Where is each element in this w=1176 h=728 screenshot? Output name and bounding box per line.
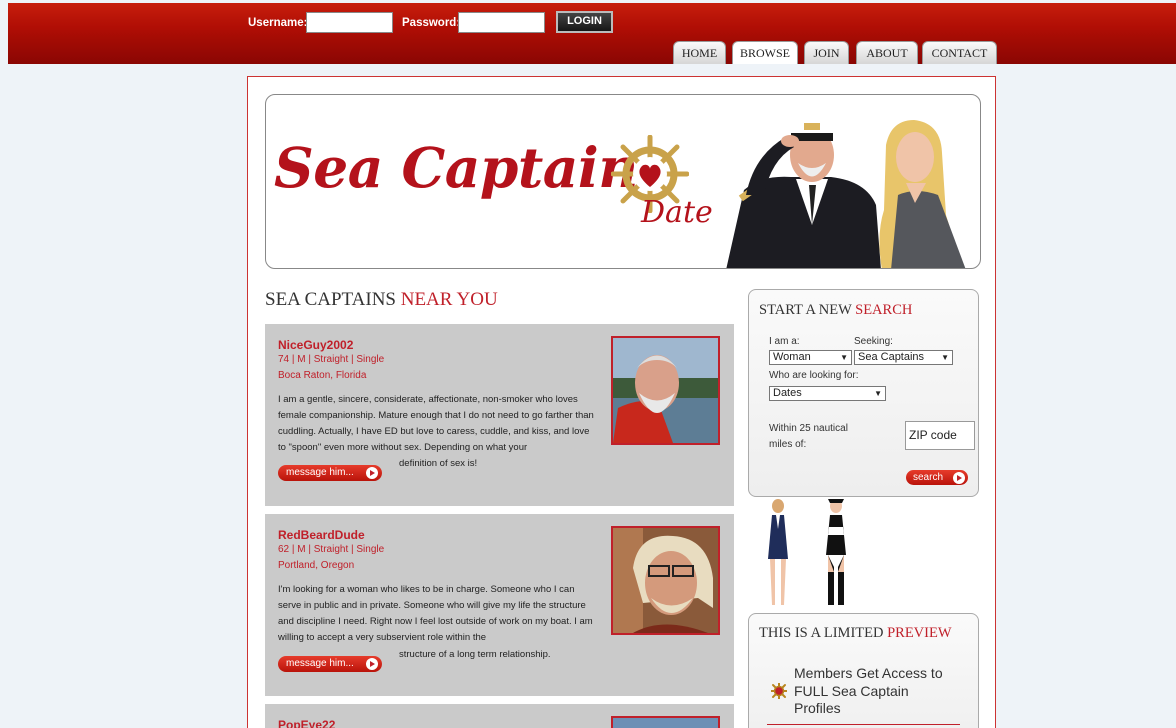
caret-down-icon: ▼ (874, 389, 882, 398)
zip-code-input[interactable]: ZIP code (905, 421, 975, 450)
password-input[interactable] (458, 12, 545, 33)
username-input[interactable] (306, 12, 393, 33)
page-container: Sea Captain Date SEA CAPTAINS NEAR YOU N… (247, 76, 996, 728)
preview-panel-title-red: PREVIEW (887, 625, 952, 641)
preview-panel-title: THIS IS A LIMITED PREVIEW (759, 625, 952, 642)
profile-bio: I'm looking for a woman who likes to be … (278, 584, 593, 643)
profile-photo-image (613, 528, 718, 633)
profile-photo-image (613, 338, 718, 443)
near-you-heading-dark: SEA CAPTAINS (265, 289, 396, 310)
profile-name[interactable]: NiceGuy2002 (278, 338, 353, 352)
i-am-label: I am a: (769, 336, 800, 347)
seeking-select[interactable]: Sea Captains ▼ (854, 350, 953, 365)
tab-join[interactable]: JOIN (804, 41, 849, 64)
search-button-label: search (913, 472, 944, 483)
i-am-select[interactable]: Woman ▼ (769, 350, 852, 365)
profile-photo[interactable] (611, 526, 720, 635)
seeking-select-value: Sea Captains (858, 351, 925, 363)
username-label: Username: (248, 17, 308, 29)
tab-browse[interactable]: BROWSE (732, 41, 798, 64)
ship-wheel-icon (771, 683, 787, 699)
tab-home[interactable]: HOME (673, 41, 726, 64)
looking-for-label: Who are looking for: (769, 370, 859, 381)
search-panel-title-red: SEARCH (855, 302, 913, 318)
profile-card: RedBeardDude 62 | M | Straight | Single … (265, 514, 734, 696)
profile-meta: 74 | M | Straight | Single (278, 354, 385, 365)
profile-location: Portland, Oregon (278, 560, 355, 571)
within-label: Within 25 nautical (769, 423, 848, 434)
profile-card: PopEye22 (265, 704, 734, 728)
arrow-right-icon (953, 471, 965, 484)
site-banner: Sea Captain Date (265, 94, 981, 269)
profile-photo-image (613, 718, 718, 728)
profile-bio-end: structure of a long term relationship. (399, 649, 551, 660)
i-am-select-value: Woman (773, 351, 811, 363)
tab-contact[interactable]: CONTACT (922, 41, 997, 64)
tab-about[interactable]: ABOUT (856, 41, 918, 64)
preview-divider (767, 724, 960, 725)
arrow-right-icon (366, 658, 378, 670)
near-you-heading: SEA CAPTAINS NEAR YOU (265, 289, 498, 311)
near-you-heading-red: NEAR YOU (400, 289, 498, 310)
search-button[interactable]: search (906, 470, 968, 485)
looking-for-select[interactable]: Dates ▼ (769, 386, 886, 401)
costume-models-image (768, 499, 846, 605)
search-panel-title-dark: START A NEW (759, 302, 852, 318)
profile-name[interactable]: PopEye22 (278, 718, 335, 728)
site-logo-sub: Date (641, 195, 713, 230)
within-label-2: miles of: (769, 439, 807, 450)
message-button-label: message him... (286, 467, 354, 478)
login-button[interactable]: LOGIN (556, 11, 613, 33)
search-panel: START A NEW SEARCH I am a: Seeking: Woma… (748, 289, 979, 497)
profile-photo[interactable] (611, 716, 720, 728)
profile-name[interactable]: RedBeardDude (278, 528, 365, 542)
message-button-label: message him... (286, 658, 354, 669)
message-button[interactable]: message him... (278, 656, 382, 672)
search-panel-title: START A NEW SEARCH (759, 302, 912, 319)
top-bar: Username: Password: LOGIN HOME BROWSE JO… (8, 3, 1176, 64)
password-label: Password: (402, 17, 461, 29)
profile-bio: I am a gentle, sincere, considerate, aff… (278, 394, 594, 453)
profile-bio-end: definition of sex is! (399, 458, 478, 469)
arrow-right-icon (366, 467, 378, 479)
looking-for-select-value: Dates (773, 387, 802, 399)
profile-meta: 62 | M | Straight | Single (278, 544, 385, 555)
message-button[interactable]: message him... (278, 465, 382, 481)
profile-card: NiceGuy2002 74 | M | Straight | Single B… (265, 324, 734, 506)
captain-and-woman-image (726, 115, 966, 268)
preview-text: Members Get Access to FULL Sea Captain P… (794, 665, 943, 716)
caret-down-icon: ▼ (840, 353, 848, 362)
profile-photo[interactable] (611, 336, 720, 445)
profile-location: Boca Raton, Florida (278, 370, 367, 381)
caret-down-icon: ▼ (941, 353, 949, 362)
site-logo[interactable]: Sea Captain (274, 135, 638, 200)
preview-panel: THIS IS A LIMITED PREVIEW Members Get Ac… (748, 613, 979, 728)
preview-panel-title-dark: THIS IS A LIMITED (759, 625, 884, 641)
seeking-label: Seeking: (854, 336, 893, 347)
